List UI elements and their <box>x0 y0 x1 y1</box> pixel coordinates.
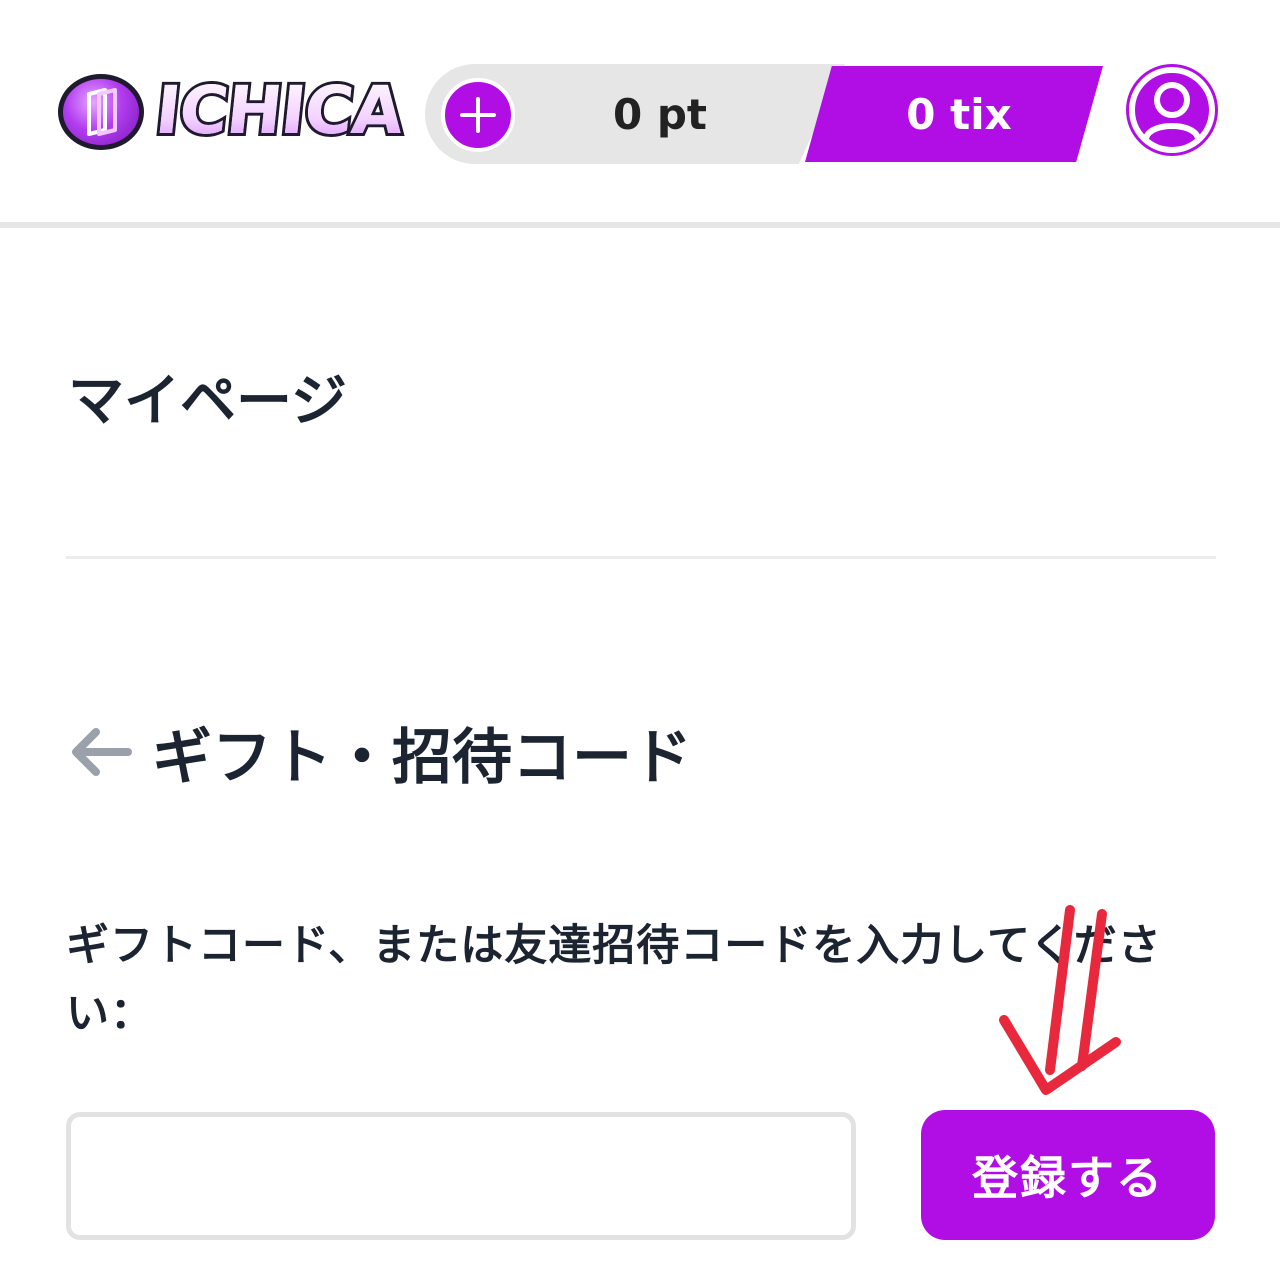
ichica-logo[interactable]: ICHICA ICHICA <box>58 69 409 154</box>
content-divider <box>66 556 1216 559</box>
gift-code-input[interactable] <box>66 1112 856 1240</box>
user-icon <box>1129 67 1215 153</box>
section-header: ギフト・招待コード <box>66 712 692 793</box>
header-divider <box>0 222 1280 228</box>
app-header: ICHICA ICHICA 0 pt 0 tix <box>0 0 1280 222</box>
tickets-value: 0 tix <box>906 89 1012 139</box>
balance-bar: 0 pt 0 tix <box>425 64 1105 164</box>
user-avatar-button[interactable] <box>1126 64 1218 156</box>
section-title: ギフト・招待コード <box>152 722 692 793</box>
arrow-left-icon[interactable] <box>66 722 134 782</box>
tickets-pill[interactable]: 0 tix <box>805 66 1103 162</box>
logo-wordmark: ICHICA <box>151 72 407 149</box>
logo-badge-icon <box>58 74 144 150</box>
page-title: マイページ <box>68 369 347 434</box>
points-value: 0 pt <box>613 89 707 139</box>
plus-icon <box>460 97 496 133</box>
instructions-text: ギフトコード、または友達招待コードを入力してください： <box>66 921 1162 1039</box>
register-button[interactable]: 登録する <box>921 1110 1215 1240</box>
add-points-button[interactable] <box>441 78 515 152</box>
